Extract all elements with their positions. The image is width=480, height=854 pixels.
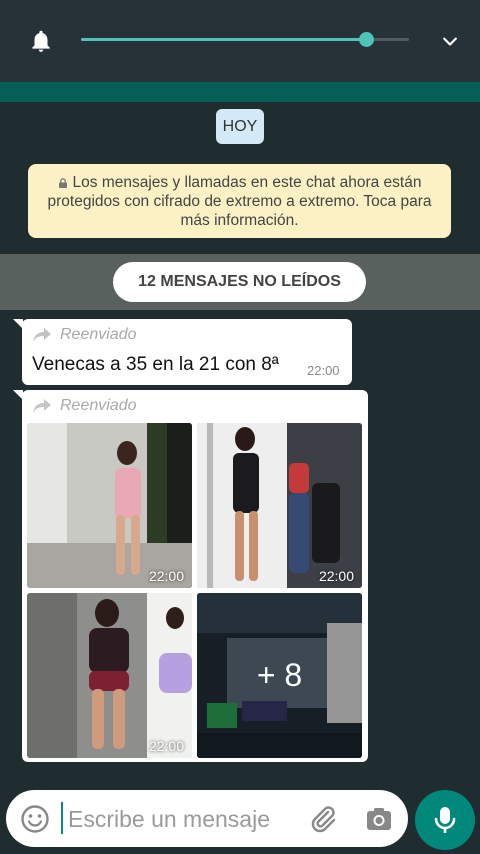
chevron-down-icon[interactable]: [440, 32, 460, 52]
photo-time: 22:00: [148, 738, 184, 754]
voice-record-button[interactable]: [415, 790, 475, 850]
chat-header-edge: [0, 82, 480, 102]
lock-icon: [58, 177, 67, 188]
message-time: 22:00: [307, 363, 340, 378]
forwarded-label: Reenviado: [60, 326, 137, 343]
forwarded-indicator: Reenviado: [32, 397, 137, 415]
encryption-notice[interactable]: Los mensajes y llamadas en este chat aho…: [28, 164, 451, 238]
encryption-notice-text: Los mensajes y llamadas en este chat aho…: [47, 173, 432, 229]
bell-icon[interactable]: [28, 28, 54, 54]
message-text: Venecas a 35 en la 21 con 8ª: [32, 354, 279, 375]
attach-icon[interactable]: [308, 804, 338, 834]
photo-image: [197, 423, 362, 588]
bubble-tail: [13, 390, 23, 400]
volume-slider[interactable]: [81, 32, 409, 47]
unread-count-pill: 12 MENSAJES NO LEÍDOS: [113, 262, 366, 302]
photo-thumbnail[interactable]: 22:00: [27, 593, 192, 758]
volume-slider-thumb[interactable]: [359, 32, 375, 47]
photo-thumbnail[interactable]: + 8: [197, 593, 362, 758]
forward-arrow-icon: [33, 328, 51, 342]
volume-slider-fill: [81, 38, 367, 41]
more-photos-overlay[interactable]: + 8: [197, 593, 362, 758]
photo-thumbnail[interactable]: 22:00: [27, 423, 192, 588]
photo-time: 22:00: [148, 568, 184, 584]
emoji-icon[interactable]: [20, 804, 50, 834]
date-chip: HOY: [216, 109, 264, 144]
microphone-icon: [434, 807, 456, 833]
photo-time: 22:00: [318, 568, 354, 584]
notification-shade: [0, 0, 480, 82]
forwarded-label: Reenviado: [60, 397, 137, 414]
message-composer[interactable]: Escribe un mensaje: [6, 790, 408, 847]
text-cursor: [61, 802, 63, 834]
photo-image: [27, 423, 192, 588]
message-input[interactable]: Escribe un mensaje: [68, 806, 270, 833]
camera-icon[interactable]: [364, 804, 394, 834]
forwarded-indicator: Reenviado: [32, 326, 137, 344]
forward-arrow-icon: [33, 399, 51, 413]
bubble-tail: [13, 319, 23, 329]
photo-image: [27, 593, 192, 758]
photo-thumbnail[interactable]: 22:00: [197, 423, 362, 588]
